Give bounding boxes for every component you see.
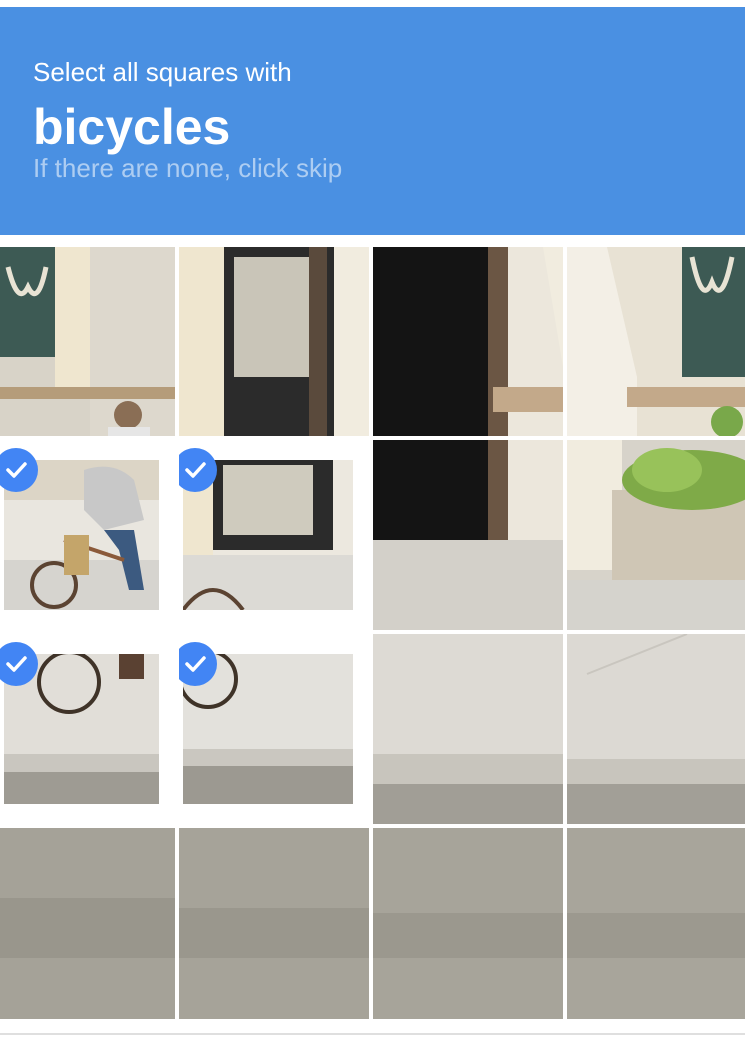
tile-image bbox=[0, 828, 175, 1019]
tile-image bbox=[373, 828, 563, 1019]
grid-tile[interactable] bbox=[179, 828, 369, 1019]
tile-image bbox=[567, 247, 745, 436]
challenge-target: bicycles bbox=[33, 99, 231, 155]
challenge-header: Select all squares with bicycles If ther… bbox=[0, 7, 745, 235]
skip-hint: If there are none, click skip bbox=[33, 153, 343, 183]
grid-tile[interactable] bbox=[373, 828, 563, 1019]
grid-tile[interactable] bbox=[567, 440, 745, 630]
tile-image bbox=[567, 634, 745, 824]
grid-tile-selected[interactable] bbox=[179, 634, 369, 824]
challenge-instruction: Select all squares with bbox=[33, 57, 292, 87]
grid-tile[interactable] bbox=[373, 247, 563, 436]
grid-tile-selected[interactable] bbox=[0, 634, 175, 824]
tile-image bbox=[567, 828, 745, 1019]
image-grid bbox=[0, 247, 745, 1019]
grid-tile[interactable] bbox=[567, 247, 745, 436]
grid-tile-selected[interactable] bbox=[0, 440, 175, 630]
tile-image bbox=[373, 634, 563, 824]
grid-tile[interactable] bbox=[567, 828, 745, 1019]
tile-image bbox=[179, 247, 369, 436]
grid-tile-selected[interactable] bbox=[179, 440, 369, 630]
grid-tile[interactable] bbox=[373, 440, 563, 630]
grid-tile[interactable] bbox=[0, 247, 175, 436]
tile-image bbox=[179, 828, 369, 1019]
tile-image bbox=[0, 247, 175, 436]
footer-divider bbox=[0, 1033, 745, 1035]
tile-image bbox=[567, 440, 745, 630]
grid-tile[interactable] bbox=[567, 634, 745, 824]
grid-tile[interactable] bbox=[0, 828, 175, 1019]
tile-image bbox=[373, 247, 563, 436]
tile-image bbox=[373, 440, 563, 630]
grid-tile[interactable] bbox=[373, 634, 563, 824]
grid-tile[interactable] bbox=[179, 247, 369, 436]
